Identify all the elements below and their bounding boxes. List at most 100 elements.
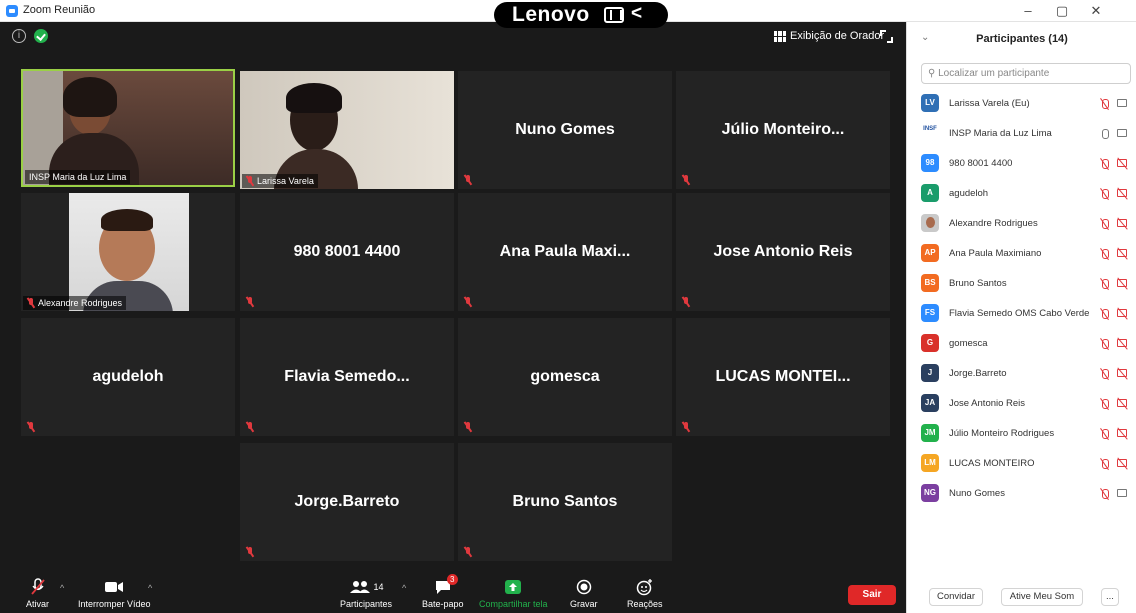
more-options-button[interactable]: ... — [1101, 588, 1119, 606]
close-button[interactable]: ✕ — [1084, 3, 1108, 19]
video-off-icon[interactable] — [1117, 159, 1127, 167]
muted-mic-icon[interactable] — [1099, 368, 1111, 380]
participant-row[interactable]: J Jorge.Barreto — [907, 360, 1136, 390]
video-off-icon[interactable] — [1117, 309, 1127, 317]
reactions-button[interactable]: Reações — [627, 577, 663, 609]
muted-mic-icon[interactable] — [1099, 398, 1111, 410]
video-off-icon[interactable] — [1117, 429, 1127, 437]
muted-mic-icon[interactable] — [1099, 98, 1111, 110]
search-icon: ⚲ — [928, 68, 939, 79]
grid-icon — [774, 30, 786, 42]
participant-row[interactable]: AP Ana Paula Maximiano — [907, 240, 1136, 270]
video-camera-icon — [104, 577, 124, 597]
chevron-up-icon[interactable]: ^ — [148, 583, 152, 593]
avatar: LM — [921, 454, 939, 472]
video-tile[interactable]: Flavia Semedo... — [240, 318, 454, 436]
video-tile[interactable]: Jorge.Barreto — [240, 443, 454, 561]
info-icon[interactable]: i — [12, 29, 26, 43]
video-off-icon[interactable] — [1117, 459, 1127, 467]
video-tile[interactable]: Bruno Santos — [458, 443, 672, 561]
muted-mic-icon — [246, 176, 254, 186]
panel-footer: Convidar Ative Meu Som ... — [907, 583, 1136, 611]
invite-button[interactable]: Convidar — [929, 588, 983, 606]
panel-header: ⌄ Participantes (14) — [907, 22, 1136, 56]
participants-button[interactable]: 14 Participantes — [340, 577, 392, 609]
chat-icon: 3 — [434, 574, 458, 597]
video-off-icon[interactable] — [1117, 219, 1127, 227]
participant-row[interactable]: LM LUCAS MONTEIRO — [907, 450, 1136, 480]
share-screen-button[interactable]: Compartilhar tela — [479, 577, 548, 609]
video-off-icon[interactable] — [1117, 249, 1127, 257]
video-tile[interactable]: 980 8001 4400 — [240, 193, 454, 311]
video-off-icon[interactable] — [1117, 189, 1127, 197]
mic-icon[interactable] — [1099, 128, 1111, 140]
chevron-up-icon[interactable]: ^ — [402, 583, 406, 593]
video-tile[interactable]: Alexandre Rodrigues — [21, 193, 235, 311]
muted-mic-icon[interactable] — [1099, 158, 1111, 170]
muted-mic-icon[interactable] — [1099, 248, 1111, 260]
participant-row[interactable]: A agudeloh — [907, 180, 1136, 210]
shield-icon[interactable] — [34, 29, 48, 43]
meeting-area: i Exibição de Orador INSP Maria da Luz L… — [0, 22, 906, 613]
muted-mic-icon[interactable] — [1099, 278, 1111, 290]
video-camera-icon[interactable] — [1117, 129, 1127, 137]
video-tile[interactable]: Larissa Varela — [240, 71, 454, 189]
video-tile[interactable]: agudeloh — [21, 318, 235, 436]
video-tile[interactable]: INSP Maria da Luz Lima — [21, 69, 235, 187]
video-off-icon[interactable] — [1117, 339, 1127, 347]
leave-button[interactable]: Sair — [848, 585, 896, 605]
participant-row[interactable]: LV Larissa Varela (Eu) — [907, 90, 1136, 120]
fullscreen-icon[interactable] — [880, 30, 893, 43]
muted-mic-icon — [246, 297, 254, 307]
participant-row[interactable]: BS Bruno Santos — [907, 270, 1136, 300]
video-tile[interactable]: LUCAS MONTEI... — [676, 318, 890, 436]
video-camera-icon[interactable] — [1117, 489, 1127, 497]
video-off-icon[interactable] — [1117, 399, 1127, 407]
participant-row[interactable]: NG Nuno Gomes — [907, 480, 1136, 510]
video-tile[interactable]: Júlio Monteiro... — [676, 71, 890, 189]
minimize-button[interactable]: – — [1016, 3, 1040, 18]
participant-row[interactable]: JM Júlio Monteiro Rodrigues — [907, 420, 1136, 450]
muted-mic-icon[interactable] — [1099, 488, 1111, 500]
muted-mic-icon — [682, 175, 690, 185]
unmute-me-button[interactable]: Ative Meu Som — [1001, 588, 1083, 606]
chevron-left-icon[interactable]: < — [631, 3, 642, 25]
chat-button[interactable]: 3 Bate-papo — [422, 574, 464, 609]
participant-row[interactable]: JA Jose Antonio Reis — [907, 390, 1136, 420]
participant-row[interactable]: Alexandre Rodrigues — [907, 210, 1136, 240]
muted-mic-icon[interactable] — [1099, 188, 1111, 200]
muted-mic-icon[interactable] — [1099, 308, 1111, 320]
chevron-up-icon[interactable]: ^ — [60, 583, 64, 593]
tile-name-tag: INSP Maria da Luz Lima — [25, 170, 131, 184]
video-tile[interactable]: Jose Antonio Reis — [676, 193, 890, 311]
muted-mic-icon[interactable] — [1099, 428, 1111, 440]
muted-mic-icon — [464, 175, 472, 185]
insp-logo-avatar: INSF — [921, 124, 939, 142]
unmute-button[interactable]: Ativar — [26, 577, 49, 609]
participant-row[interactable]: INSF INSP Maria da Luz Lima — [907, 120, 1136, 150]
record-button[interactable]: Gravar — [570, 577, 598, 609]
video-tile[interactable]: gomesca — [458, 318, 672, 436]
muted-mic-icon[interactable] — [1099, 338, 1111, 350]
participant-name: Ana Paula Maxi... — [499, 243, 631, 260]
avatar: BS — [921, 274, 939, 292]
participant-name: Jose Antonio Reis — [713, 243, 853, 260]
participant-row[interactable]: 98 980 8001 4400 — [907, 150, 1136, 180]
video-tile[interactable]: Nuno Gomes — [458, 71, 672, 189]
video-camera-icon[interactable] — [1117, 99, 1127, 107]
muted-mic-icon — [464, 297, 472, 307]
speaker-view-button[interactable]: Exibição de Orador — [774, 27, 884, 45]
stop-video-button[interactable]: Interromper Vídeo — [78, 577, 151, 609]
restore-button[interactable]: ▢ — [1050, 3, 1074, 19]
muted-mic-icon[interactable] — [1099, 458, 1111, 470]
video-off-icon[interactable] — [1117, 369, 1127, 377]
participant-row[interactable]: G gomesca — [907, 330, 1136, 360]
participant-search-input[interactable]: ⚲ Localizar um participante — [921, 63, 1131, 84]
lenovo-camera-bar[interactable]: Lenovo < — [494, 2, 668, 28]
video-off-icon[interactable] — [1117, 279, 1127, 287]
muted-mic-icon[interactable] — [1099, 218, 1111, 230]
video-tile[interactable]: Ana Paula Maxi... — [458, 193, 672, 311]
muted-mic-icon — [464, 422, 472, 432]
participant-row[interactable]: FS Flavia Semedo OMS Cabo Verde — [907, 300, 1136, 330]
camera-shutter-icon[interactable] — [604, 7, 624, 23]
